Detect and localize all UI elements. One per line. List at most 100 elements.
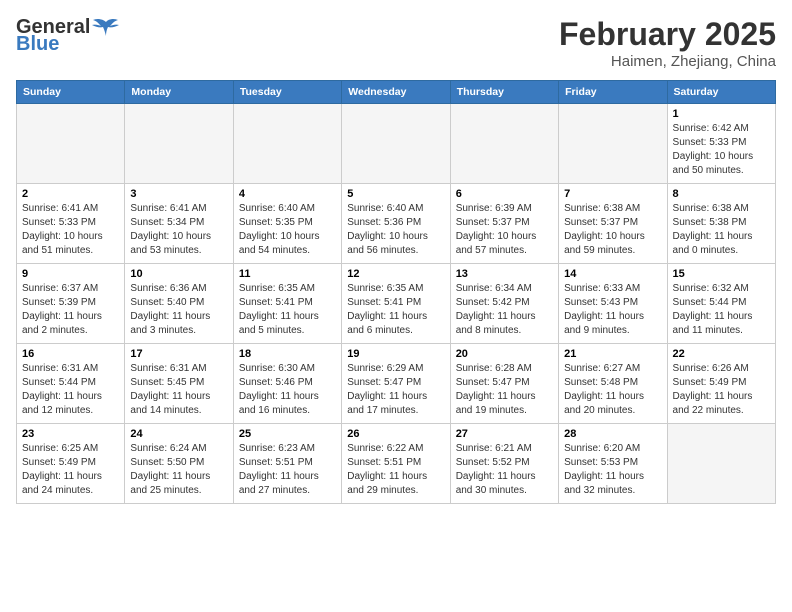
calendar-cell: 24 Sunrise: 6:24 AM Sunset: 5:50 PM Dayli… xyxy=(125,424,233,504)
calendar-cell: 12Sunrise: 6:35 AM Sunset: 5:41 PM Dayli… xyxy=(342,264,450,344)
col-header-monday: Monday xyxy=(125,81,233,104)
calendar-cell: 17 Sunrise: 6:31 AM Sunset: 5:45 PM Dayli… xyxy=(125,344,233,424)
day-info: Sunrise: 6:21 AM Sunset: 5:52 PM Dayligh… xyxy=(456,442,553,498)
day-number: 5 xyxy=(347,188,444,200)
day-info: Sunrise: 6:26 AM Sunset: 5:49 PM Dayligh… xyxy=(673,362,770,418)
day-info: Sunrise: 6:29 AM Sunset: 5:47 PM Dayligh… xyxy=(347,362,444,418)
calendar-week-row: 2 Sunrise: 6:41 AM Sunset: 5:33 PM Daylig… xyxy=(17,184,776,264)
col-header-thursday: Thursday xyxy=(450,81,558,104)
calendar-week-row: 16 Sunrise: 6:31 AM Sunset: 5:44 PM Dayli… xyxy=(17,344,776,424)
day-number: 16 xyxy=(22,348,119,360)
calendar-cell: 20 Sunrise: 6:28 AM Sunset: 5:47 PM Dayli… xyxy=(450,344,558,424)
day-number: 10 xyxy=(130,268,227,280)
day-number: 21 xyxy=(564,348,661,360)
col-header-friday: Friday xyxy=(559,81,667,104)
calendar-cell xyxy=(125,104,233,184)
calendar-cell: 19Sunrise: 6:29 AM Sunset: 5:47 PM Dayli… xyxy=(342,344,450,424)
day-info: Sunrise: 6:41 AM Sunset: 5:33 PM Dayligh… xyxy=(22,202,119,258)
day-info: Sunrise: 6:39 AM Sunset: 5:37 PM Dayligh… xyxy=(456,202,553,258)
calendar-cell: 27 Sunrise: 6:21 AM Sunset: 5:52 PM Dayli… xyxy=(450,424,558,504)
title-block: February 2025 Haimen, Zhejiang, China xyxy=(559,16,776,70)
logo: General Blue xyxy=(16,16,120,56)
day-info: Sunrise: 6:27 AM Sunset: 5:48 PM Dayligh… xyxy=(564,362,661,418)
day-info: Sunrise: 6:34 AM Sunset: 5:42 PM Dayligh… xyxy=(456,282,553,338)
day-number: 26 xyxy=(347,428,444,440)
calendar-cell: 14 Sunrise: 6:33 AM Sunset: 5:43 PM Dayli… xyxy=(559,264,667,344)
day-info: Sunrise: 6:35 AM Sunset: 5:41 PM Dayligh… xyxy=(239,282,336,338)
calendar-cell: 8 Sunrise: 6:38 AM Sunset: 5:38 PM Daylig… xyxy=(667,184,775,264)
col-header-wednesday: Wednesday xyxy=(342,81,450,104)
calendar-cell: 25 Sunrise: 6:23 AM Sunset: 5:51 PM Dayli… xyxy=(233,424,341,504)
calendar-header-row: SundayMondayTuesdayWednesdayThursdayFrid… xyxy=(17,81,776,104)
day-number: 24 xyxy=(130,428,227,440)
day-number: 2 xyxy=(22,188,119,200)
calendar-cell: 23 Sunrise: 6:25 AM Sunset: 5:49 PM Dayli… xyxy=(17,424,125,504)
day-info: Sunrise: 6:25 AM Sunset: 5:49 PM Dayligh… xyxy=(22,442,119,498)
day-number: 14 xyxy=(564,268,661,280)
calendar-cell: 16 Sunrise: 6:31 AM Sunset: 5:44 PM Dayli… xyxy=(17,344,125,424)
day-info: Sunrise: 6:38 AM Sunset: 5:37 PM Dayligh… xyxy=(564,202,661,258)
day-info: Sunrise: 6:36 AM Sunset: 5:40 PM Dayligh… xyxy=(130,282,227,338)
calendar-cell xyxy=(450,104,558,184)
day-info: Sunrise: 6:31 AM Sunset: 5:45 PM Dayligh… xyxy=(130,362,227,418)
day-number: 22 xyxy=(673,348,770,360)
calendar-cell: 2 Sunrise: 6:41 AM Sunset: 5:33 PM Daylig… xyxy=(17,184,125,264)
calendar-cell xyxy=(559,104,667,184)
day-number: 1 xyxy=(673,108,770,120)
col-header-tuesday: Tuesday xyxy=(233,81,341,104)
day-info: Sunrise: 6:35 AM Sunset: 5:41 PM Dayligh… xyxy=(347,282,444,338)
logo-bird-icon xyxy=(92,18,120,38)
col-header-sunday: Sunday xyxy=(17,81,125,104)
day-number: 3 xyxy=(130,188,227,200)
month-title: February 2025 xyxy=(559,16,776,53)
day-info: Sunrise: 6:40 AM Sunset: 5:36 PM Dayligh… xyxy=(347,202,444,258)
calendar-cell: 15 Sunrise: 6:32 AM Sunset: 5:44 PM Dayli… xyxy=(667,264,775,344)
calendar-cell: 13 Sunrise: 6:34 AM Sunset: 5:42 PM Dayli… xyxy=(450,264,558,344)
day-info: Sunrise: 6:40 AM Sunset: 5:35 PM Dayligh… xyxy=(239,202,336,258)
calendar-week-row: 1Sunrise: 6:42 AM Sunset: 5:33 PM Daylig… xyxy=(17,104,776,184)
calendar-cell: 6 Sunrise: 6:39 AM Sunset: 5:37 PM Daylig… xyxy=(450,184,558,264)
day-info: Sunrise: 6:41 AM Sunset: 5:34 PM Dayligh… xyxy=(130,202,227,258)
day-info: Sunrise: 6:33 AM Sunset: 5:43 PM Dayligh… xyxy=(564,282,661,338)
day-number: 28 xyxy=(564,428,661,440)
day-number: 6 xyxy=(456,188,553,200)
calendar-cell: 3 Sunrise: 6:41 AM Sunset: 5:34 PM Daylig… xyxy=(125,184,233,264)
day-number: 23 xyxy=(22,428,119,440)
calendar-week-row: 9Sunrise: 6:37 AM Sunset: 5:39 PM Daylig… xyxy=(17,264,776,344)
calendar-cell: 18 Sunrise: 6:30 AM Sunset: 5:46 PM Dayli… xyxy=(233,344,341,424)
calendar-cell: 7Sunrise: 6:38 AM Sunset: 5:37 PM Daylig… xyxy=(559,184,667,264)
day-number: 18 xyxy=(239,348,336,360)
day-number: 17 xyxy=(130,348,227,360)
day-info: Sunrise: 6:28 AM Sunset: 5:47 PM Dayligh… xyxy=(456,362,553,418)
day-number: 15 xyxy=(673,268,770,280)
calendar-cell: 5 Sunrise: 6:40 AM Sunset: 5:36 PM Daylig… xyxy=(342,184,450,264)
calendar-cell: 4 Sunrise: 6:40 AM Sunset: 5:35 PM Daylig… xyxy=(233,184,341,264)
calendar-cell xyxy=(667,424,775,504)
calendar-cell: 9Sunrise: 6:37 AM Sunset: 5:39 PM Daylig… xyxy=(17,264,125,344)
day-number: 13 xyxy=(456,268,553,280)
calendar-cell xyxy=(233,104,341,184)
day-info: Sunrise: 6:32 AM Sunset: 5:44 PM Dayligh… xyxy=(673,282,770,338)
calendar-cell: 11 Sunrise: 6:35 AM Sunset: 5:41 PM Dayli… xyxy=(233,264,341,344)
calendar-cell: 21 Sunrise: 6:27 AM Sunset: 5:48 PM Dayli… xyxy=(559,344,667,424)
calendar-week-row: 23 Sunrise: 6:25 AM Sunset: 5:49 PM Dayli… xyxy=(17,424,776,504)
day-number: 27 xyxy=(456,428,553,440)
day-info: Sunrise: 6:23 AM Sunset: 5:51 PM Dayligh… xyxy=(239,442,336,498)
day-info: Sunrise: 6:31 AM Sunset: 5:44 PM Dayligh… xyxy=(22,362,119,418)
day-info: Sunrise: 6:30 AM Sunset: 5:46 PM Dayligh… xyxy=(239,362,336,418)
calendar-cell xyxy=(342,104,450,184)
day-info: Sunrise: 6:22 AM Sunset: 5:51 PM Dayligh… xyxy=(347,442,444,498)
day-number: 4 xyxy=(239,188,336,200)
day-info: Sunrise: 6:24 AM Sunset: 5:50 PM Dayligh… xyxy=(130,442,227,498)
day-number: 20 xyxy=(456,348,553,360)
day-number: 11 xyxy=(239,268,336,280)
col-header-saturday: Saturday xyxy=(667,81,775,104)
day-number: 8 xyxy=(673,188,770,200)
day-number: 9 xyxy=(22,268,119,280)
calendar-cell xyxy=(17,104,125,184)
page-header: General Blue February 2025 Haimen, Zheji… xyxy=(16,16,776,70)
calendar-cell: 26 Sunrise: 6:22 AM Sunset: 5:51 PM Dayli… xyxy=(342,424,450,504)
day-number: 25 xyxy=(239,428,336,440)
calendar-cell: 22 Sunrise: 6:26 AM Sunset: 5:49 PM Dayli… xyxy=(667,344,775,424)
day-info: Sunrise: 6:38 AM Sunset: 5:38 PM Dayligh… xyxy=(673,202,770,258)
